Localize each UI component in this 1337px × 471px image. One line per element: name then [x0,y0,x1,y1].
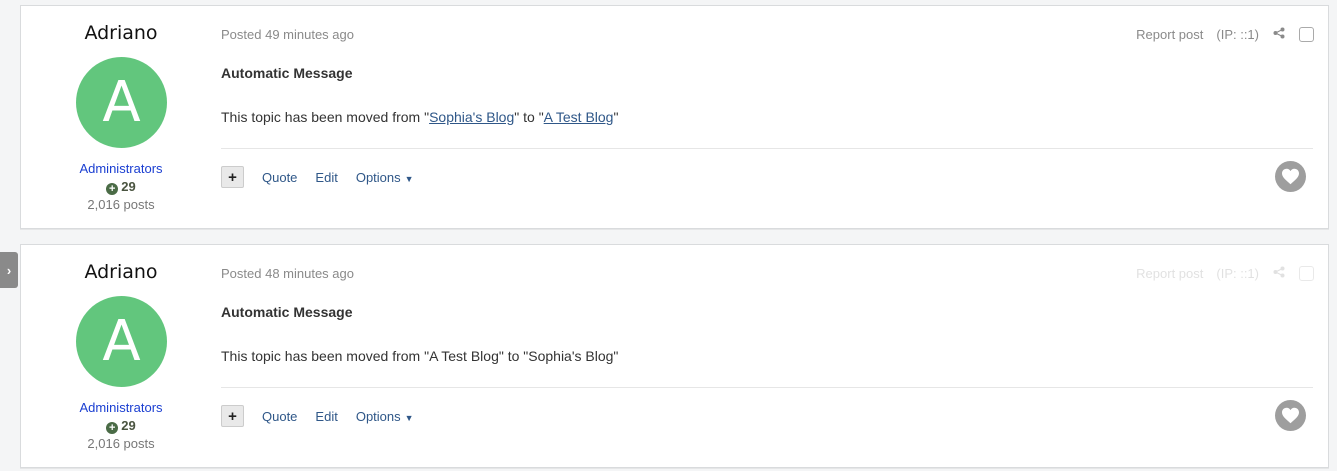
body-text: " to " [514,109,544,125]
post-count: 2,016 posts [87,436,155,451]
post-count: 2,016 posts [87,197,155,212]
select-post-checkbox[interactable] [1299,266,1314,281]
post-1: Adriano A Administrators +29 2,016 posts… [20,5,1329,229]
quote-button[interactable]: Quote [262,170,297,185]
author-panel: Adriano A Administrators +29 2,016 posts [21,245,221,467]
topic-link-a-test-blog[interactable]: A Test Blog [544,109,614,125]
caret-down-icon: ▼ [404,173,414,184]
divider [221,387,1313,388]
plus-icon: + [228,168,237,186]
divider [221,148,1313,149]
post-2: Adriano A Administrators +29 2,016 posts… [20,244,1329,468]
reputation-plus-icon: + [106,183,119,195]
multiquote-button[interactable]: + [221,166,244,188]
quote-button[interactable]: Quote [262,409,297,424]
message-body: This topic has been moved from "Sophia's… [221,109,618,125]
post-tools: Report post (IP: ::1) [1136,266,1314,281]
post-tools: Report post (IP: ::1) [1136,27,1314,42]
options-label: Options [355,169,401,185]
edit-button[interactable]: Edit [315,170,337,185]
avatar[interactable]: A [76,296,167,387]
options-button[interactable]: Options ▼ [356,409,414,424]
reputation-count: 29 [121,418,136,433]
report-post-link[interactable]: Report post [1136,266,1203,281]
reputation-plus-icon: + [106,422,119,434]
chevron-right-icon: › [6,262,12,278]
share-icon[interactable] [1273,27,1285,42]
report-post-link[interactable]: Report post [1136,27,1203,42]
caret-down-icon: ▼ [404,412,414,423]
body-text: " [613,109,619,125]
select-post-checkbox[interactable] [1299,27,1314,42]
reputation[interactable]: +29 [21,179,221,195]
author-name[interactable]: Adriano [21,261,221,283]
ip-address: (IP: ::1) [1216,27,1259,42]
reputation[interactable]: +29 [21,418,221,434]
options-button[interactable]: Options ▼ [356,170,414,185]
author-name[interactable]: Adriano [21,22,221,44]
post-actions: + Quote Edit Options ▼ [221,166,432,188]
body-text: This topic has been moved from " [221,109,430,125]
post-date[interactable]: Posted 48 minutes ago [221,266,354,281]
reputation-count: 29 [121,179,136,194]
author-panel: Adriano A Administrators +29 2,016 posts [21,6,221,228]
heart-icon[interactable] [1275,161,1306,192]
message-title: Automatic Message [221,304,353,320]
topic-link-sophias-blog[interactable]: Sophia's Blog [429,109,514,125]
sidebar-toggle[interactable]: › [0,252,18,288]
avatar[interactable]: A [76,57,167,148]
heart-icon[interactable] [1275,400,1306,431]
share-icon[interactable] [1273,266,1285,281]
plus-icon: + [228,407,237,425]
message-body: This topic has been moved from "A Test B… [221,348,619,364]
options-label: Options [355,408,401,424]
edit-button[interactable]: Edit [315,409,337,424]
post-date[interactable]: Posted 49 minutes ago [221,27,354,42]
message-title: Automatic Message [221,65,353,81]
user-group: Administrators [79,161,163,176]
ip-address: (IP: ::1) [1216,266,1259,281]
multiquote-button[interactable]: + [221,405,244,427]
post-actions: + Quote Edit Options ▼ [221,405,432,427]
user-group: Administrators [79,400,163,415]
